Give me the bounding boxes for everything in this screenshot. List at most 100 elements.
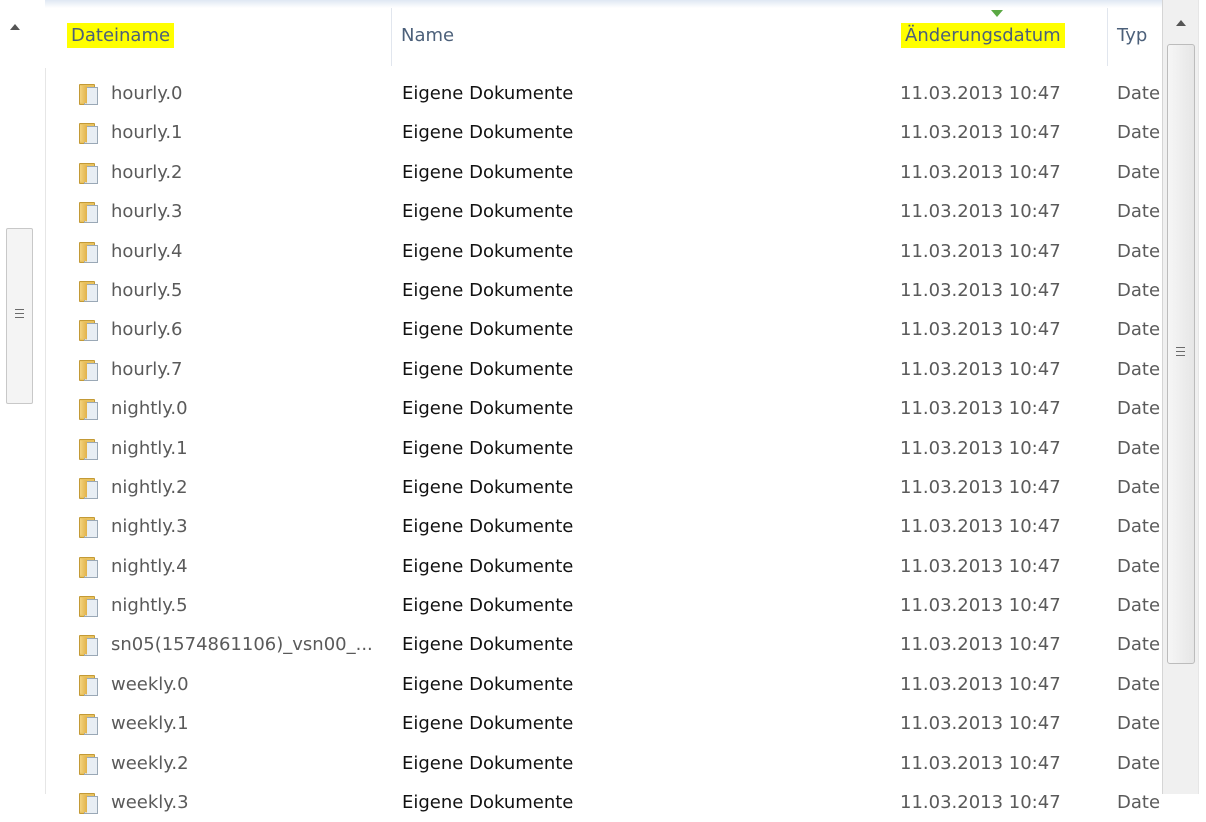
file-name: hourly.1 xyxy=(111,122,183,144)
file-row[interactable]: hourly.0 Eigene Dokumente 11.03.2013 10:47… xyxy=(45,74,1162,113)
folder-name: Eigene Dokumente xyxy=(402,398,574,420)
modified-date: 11.03.2013 10:47 xyxy=(900,634,1061,656)
file-name: weekly.3 xyxy=(111,792,189,814)
file-name: weekly.2 xyxy=(111,752,189,774)
folder-name: Eigene Dokumente xyxy=(402,83,574,104)
folder-name: Eigene Dokumente xyxy=(402,161,574,183)
file-name: weekly.0 xyxy=(111,673,189,695)
scrollbar-thumb[interactable] xyxy=(1167,44,1195,664)
outer-vertical-scrollbar[interactable] xyxy=(0,0,46,794)
file-type: Date xyxy=(1117,358,1161,380)
folder-icon xyxy=(79,635,98,657)
file-name: sn05(1574861106)_vsn00_... xyxy=(111,634,373,656)
file-row[interactable]: hourly.7 Eigene Dokumente 11.03.2013 10:47… xyxy=(45,350,1162,389)
file-type: Date xyxy=(1117,398,1161,420)
file-row[interactable]: nightly.4 Eigene Dokumente 11.03.2013 10:4… xyxy=(45,547,1162,586)
file-row[interactable]: sn05(1574861106)_vsn00_... Eigene Dokumen… xyxy=(45,625,1162,664)
folder-name: Eigene Dokumente xyxy=(402,595,574,617)
file-row[interactable]: nightly.1 Eigene Dokumente 11.03.2013 10:4… xyxy=(45,429,1162,468)
folder-name: Eigene Dokumente xyxy=(402,555,574,577)
file-name: nightly.3 xyxy=(111,516,188,538)
file-row[interactable]: nightly.3 Eigene Dokumente 11.03.2013 10:4… xyxy=(45,507,1162,546)
file-row[interactable]: nightly.0 Eigene Dokumente 11.03.2013 10:4… xyxy=(45,389,1162,428)
folder-name: Eigene Dokumente xyxy=(402,279,574,301)
modified-date: 11.03.2013 10:47 xyxy=(900,595,1061,617)
file-name: hourly.2 xyxy=(111,161,183,183)
folder-icon xyxy=(79,517,98,539)
folder-icon xyxy=(79,556,98,578)
column-header-dateiname[interactable]: Dateiname xyxy=(61,16,391,56)
grip-line xyxy=(1176,351,1185,352)
file-row[interactable]: hourly.3 Eigene Dokumente 11.03.2013 10:47… xyxy=(45,192,1162,231)
column-header-name[interactable]: Name xyxy=(395,16,895,56)
modified-date: 11.03.2013 10:47 xyxy=(900,161,1061,183)
file-type: Date xyxy=(1117,83,1161,104)
file-row[interactable]: hourly.1 Eigene Dokumente 11.03.2013 10:47… xyxy=(45,113,1162,152)
modified-date: 11.03.2013 10:47 xyxy=(900,122,1061,144)
modified-date: 11.03.2013 10:47 xyxy=(900,279,1061,301)
folder-icon xyxy=(79,320,98,342)
modified-date: 11.03.2013 10:47 xyxy=(900,319,1061,341)
file-row[interactable]: weekly.0 Eigene Dokumente 11.03.2013 10:47… xyxy=(45,665,1162,704)
column-header-aenderungsdatum[interactable]: Änderungsdatum xyxy=(895,16,1107,56)
modified-date: 11.03.2013 10:47 xyxy=(900,476,1061,498)
folder-icon xyxy=(79,399,98,421)
modified-date: 11.03.2013 10:47 xyxy=(900,713,1061,735)
file-name: nightly.5 xyxy=(111,595,188,617)
folder-icon xyxy=(79,753,98,775)
folder-name: Eigene Dokumente xyxy=(402,673,574,695)
file-name: hourly.5 xyxy=(111,279,183,301)
modified-date: 11.03.2013 10:47 xyxy=(900,437,1061,459)
column-header-label: Änderungsdatum xyxy=(901,23,1065,48)
file-type: Date xyxy=(1117,279,1161,301)
vertical-scrollbar[interactable] xyxy=(1162,0,1199,794)
folder-name: Eigene Dokumente xyxy=(402,358,574,380)
folder-icon xyxy=(79,793,98,815)
file-row[interactable]: hourly.4 Eigene Dokumente 11.03.2013 10:47… xyxy=(45,232,1162,271)
column-header-label: Typ xyxy=(1117,25,1148,46)
file-name: hourly.0 xyxy=(111,83,183,104)
file-row[interactable]: nightly.5 Eigene Dokumente 11.03.2013 10:4… xyxy=(45,586,1162,625)
modified-date: 11.03.2013 10:47 xyxy=(900,673,1061,695)
modified-date: 11.03.2013 10:47 xyxy=(900,201,1061,223)
column-separator[interactable] xyxy=(391,8,392,66)
folder-icon xyxy=(79,162,98,184)
grip-line xyxy=(1176,347,1185,348)
file-type: Date xyxy=(1117,516,1161,538)
file-row[interactable]: hourly.6 Eigene Dokumente 11.03.2013 10:47… xyxy=(45,310,1162,349)
file-type: Date xyxy=(1117,319,1161,341)
folder-icon xyxy=(79,241,98,263)
column-header-label: Name xyxy=(401,25,455,46)
file-list: hourly.0 Eigene Dokumente 11.03.2013 10:47… xyxy=(45,74,1162,822)
file-type: Date xyxy=(1117,201,1161,223)
file-type: Date xyxy=(1117,595,1161,617)
file-row[interactable]: hourly.5 Eigene Dokumente 11.03.2013 10:47… xyxy=(45,271,1162,310)
folder-name: Eigene Dokumente xyxy=(402,476,574,498)
column-separator[interactable] xyxy=(1107,8,1108,66)
file-row[interactable]: weekly.1 Eigene Dokumente 11.03.2013 10:47… xyxy=(45,704,1162,743)
file-type: Date xyxy=(1117,752,1161,774)
file-row[interactable]: weekly.2 Eigene Dokumente 11.03.2013 10:47… xyxy=(45,744,1162,783)
folder-icon xyxy=(79,596,98,618)
sort-arrow-icon xyxy=(991,10,1003,17)
file-row[interactable]: nightly.2 Eigene Dokumente 11.03.2013 10:4… xyxy=(45,468,1162,507)
modified-date: 11.03.2013 10:47 xyxy=(900,792,1061,814)
file-row[interactable]: weekly.3 Eigene Dokumente 11.03.2013 10:47… xyxy=(45,783,1162,822)
file-type: Date xyxy=(1117,161,1161,183)
modified-date: 11.03.2013 10:47 xyxy=(900,83,1061,104)
file-name: weekly.1 xyxy=(111,713,189,735)
scroll-up-arrow-icon[interactable] xyxy=(10,24,20,30)
scroll-up-arrow-icon xyxy=(1176,20,1186,26)
modified-date: 11.03.2013 10:47 xyxy=(900,752,1061,774)
file-name: hourly.7 xyxy=(111,358,183,380)
column-header-typ[interactable]: Typ xyxy=(1111,16,1162,56)
grip-line xyxy=(15,317,24,318)
folder-name: Eigene Dokumente xyxy=(402,201,574,223)
folder-icon xyxy=(79,714,98,736)
folder-icon xyxy=(79,84,98,105)
scroll-up-button[interactable] xyxy=(1167,6,1195,42)
file-type: Date xyxy=(1117,713,1161,735)
folder-name: Eigene Dokumente xyxy=(402,319,574,341)
file-row[interactable]: hourly.2 Eigene Dokumente 11.03.2013 10:47… xyxy=(45,153,1162,192)
outer-scrollbar-thumb[interactable] xyxy=(6,228,33,404)
